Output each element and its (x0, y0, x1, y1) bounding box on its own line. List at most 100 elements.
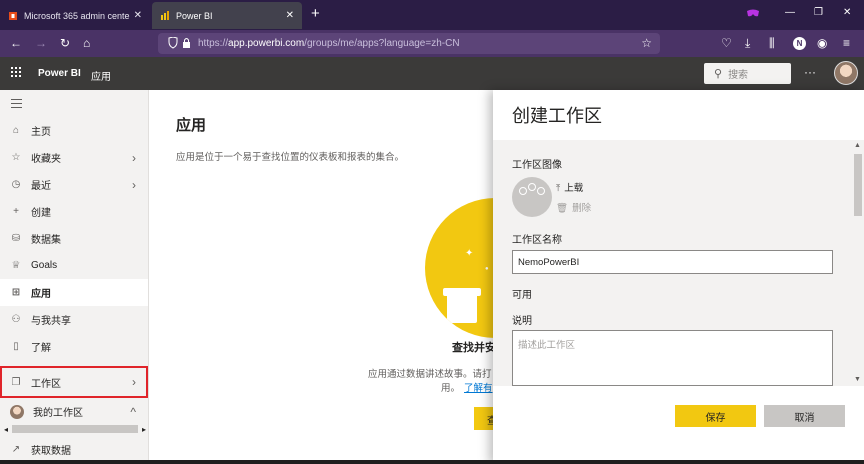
bookmark-star-icon[interactable]: ☆ (641, 36, 652, 50)
sidebar-item-label: 我的工作区 (33, 408, 83, 419)
address-bar[interactable]: https://app.powerbi.com/groups/me/apps?l… (158, 33, 660, 54)
tab-title: Microsoft 365 admin center - 新 (24, 11, 130, 21)
home-browser-icon[interactable]: ⌂ (83, 36, 90, 50)
sidebar-item-recent[interactable]: ◷ 最近 › (0, 171, 148, 198)
url-host: app.powerbi.com (228, 38, 305, 49)
scroll-left-icon[interactable]: ◂ (4, 425, 8, 434)
sidebar-item-shared[interactable]: ⚇ 与我共享 (0, 306, 148, 333)
close-tab-icon[interactable]: ✕ (134, 10, 142, 21)
hamburger-icon[interactable] (11, 99, 22, 111)
apps-page: 应用 应用是位于一个易于查找位置的仪表板和报表的集合。 ✦ ● 查找并安 应用通… (149, 90, 565, 464)
minimize-icon[interactable]: — (785, 7, 795, 18)
book-icon: ▯ (13, 341, 19, 352)
scroll-right-icon[interactable]: ▸ (142, 425, 146, 434)
learn-more-link[interactable]: 了解有 (464, 383, 493, 394)
sidebar-item-workspaces[interactable]: ❐ 工作区 › (0, 366, 148, 398)
panel-title: 创建工作区 (512, 106, 602, 126)
database-icon: ⛁ (11, 233, 21, 244)
chevron-right-icon[interactable]: › (132, 151, 136, 165)
sidebar-item-home[interactable]: ⌂ 主页 (0, 117, 148, 144)
browser-toolbar: ← → ↻ ⌂ https://app.powerbi.com/groups/m… (0, 30, 864, 57)
sparkle-icon: ✦ (465, 248, 474, 259)
panel-scrollbar[interactable]: ▲ ▼ (852, 140, 864, 386)
maximize-icon[interactable]: ❐ (814, 7, 823, 18)
upload-icon: ⤒ (556, 183, 561, 194)
sidebar-item-datasets[interactable]: ⛁ 数据集 (0, 225, 148, 252)
workspace-image[interactable] (512, 177, 552, 217)
menu-icon[interactable]: ≡ (843, 36, 850, 50)
chevron-right-icon[interactable]: › (132, 375, 136, 389)
scrollbar-thumb[interactable] (12, 425, 138, 433)
breadcrumb: 应用 (91, 72, 111, 83)
sidebar-item-label: 了解 (31, 343, 51, 354)
sidebar-item-label: 主页 (31, 127, 51, 138)
delete-button[interactable]: 🗑 删除 (556, 200, 591, 214)
sidebar-item-label: 收藏夹 (31, 154, 61, 165)
sidebar-item-label: 应用 (31, 289, 51, 300)
find-apps-description: 应用通过数据讲述故事。请打 (368, 369, 492, 380)
find-desc-text: 用。 (441, 383, 461, 394)
sidebar-item-label: 与我共享 (31, 316, 71, 327)
sidebar-item-create[interactable]: + 创建 (0, 198, 148, 225)
star-icon: ☆ (11, 152, 21, 163)
app-launcher-icon[interactable] (11, 67, 21, 77)
scrollbar-thumb[interactable] (854, 154, 862, 216)
tab-microsoft-365-admin[interactable]: Microsoft 365 admin center - 新 ✕ (0, 2, 150, 29)
extension-icon[interactable]: ◉ (817, 36, 827, 50)
shield-icon (167, 36, 191, 52)
get-data-icon: ↗ (11, 444, 21, 455)
forward-icon[interactable]: → (35, 36, 47, 50)
browser-tab-bar: Microsoft 365 admin center - 新 ✕ Power B… (0, 0, 864, 30)
sidebar-item-get-data[interactable]: ↗ 获取数据 (0, 436, 148, 463)
power-bi-icon (161, 10, 169, 20)
search-icon: ⚲ (714, 68, 723, 80)
close-tab-icon[interactable]: ✕ (286, 10, 294, 21)
workspace-name-label: 工作区名称 (512, 235, 562, 246)
new-tab-button[interactable]: + (311, 5, 320, 22)
get-apps-button[interactable]: 查 (474, 407, 497, 430)
sidebar-item-goals[interactable]: ♕ Goals (0, 252, 148, 279)
trophy-icon: ♕ (11, 260, 21, 271)
more-options-icon[interactable]: ··· (804, 65, 816, 79)
back-icon[interactable]: ← (10, 36, 22, 50)
cancel-button[interactable]: 取消 (764, 405, 845, 427)
save-button[interactable]: 保存 (675, 405, 756, 427)
workspaces-icon: ❐ (11, 376, 21, 388)
tab-power-bi[interactable]: Power BI ✕ (152, 2, 302, 29)
my-workspace-avatar (10, 404, 24, 419)
pocket-icon[interactable]: ♡ (721, 36, 732, 50)
people-icon (537, 187, 545, 195)
sidebar-item-favorites[interactable]: ☆ 收藏夹 › (0, 144, 148, 171)
chevron-right-icon[interactable]: › (132, 178, 136, 192)
sidebar-horizontal-scrollbar[interactable]: ◂ ▸ (4, 424, 146, 434)
trash-icon: 🗑 (556, 203, 569, 214)
brand-title[interactable]: Power BI (38, 68, 81, 79)
search-box[interactable]: ⚲ 搜索 (704, 63, 791, 84)
people-icon (528, 183, 536, 191)
page-description: 应用是位于一个易于查找位置的仪表板和报表的集合。 (176, 152, 405, 163)
find-apps-description-2: 用。 了解有 (441, 380, 493, 394)
nav-pane: ⌂ 主页 ☆ 收藏夹 › ◷ 最近 › + 创建 ⛁ 数据集 ♕ Goals ⊞… (0, 90, 149, 464)
sidebar-item-label: 最近 (31, 181, 51, 192)
reload-icon[interactable]: ↻ (60, 36, 70, 50)
workspace-name-input[interactable] (512, 250, 833, 274)
sidebar-item-apps[interactable]: ⊞ 应用 (0, 279, 148, 306)
sidebar-item-learn[interactable]: ▯ 了解 (0, 333, 148, 360)
avatar[interactable] (834, 61, 858, 85)
upload-button[interactable]: ⤒ 上载 (556, 180, 583, 194)
downloads-icon[interactable]: ⤓ (745, 36, 750, 50)
close-window-icon[interactable]: ✕ (843, 7, 851, 18)
profile-icon[interactable]: N (793, 37, 806, 50)
create-workspace-panel: 创建工作区 工作区图像 ⤒上载 🗑删除 工作区名称 可用 说明 ▲ ▼ 保存 取… (493, 90, 864, 464)
availability-text: 可用 (512, 290, 532, 301)
chevron-up-icon[interactable]: ^ (130, 405, 136, 419)
scroll-down-icon[interactable]: ▼ (854, 376, 861, 383)
scroll-up-icon[interactable]: ▲ (854, 142, 861, 149)
description-input[interactable] (512, 330, 833, 386)
sidebar-item-my-workspace[interactable]: 我的工作区 ^ (0, 398, 148, 425)
workspace-image-label: 工作区图像 (512, 160, 562, 171)
library-icon[interactable]: ⫼ (769, 36, 775, 50)
apps-icon: ⊞ (11, 287, 21, 298)
page-title: 应用 (176, 117, 207, 134)
gift-box (447, 293, 477, 323)
